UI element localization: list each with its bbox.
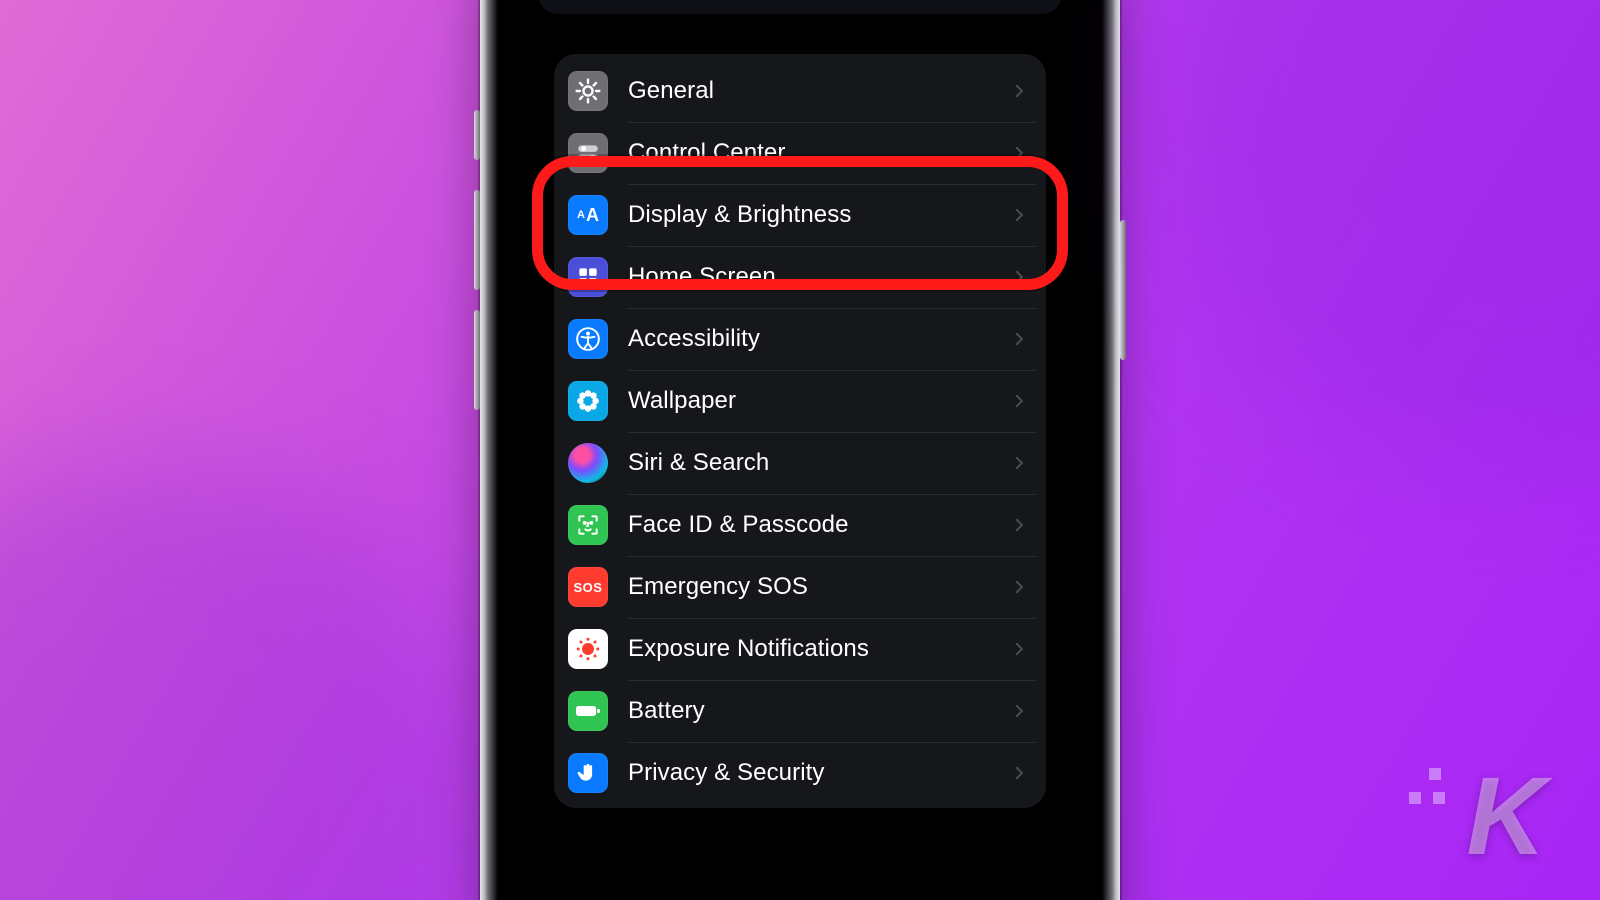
accessibility-icon: [568, 319, 608, 359]
settings-row-emergency-sos[interactable]: SOS Emergency SOS: [554, 556, 1046, 618]
exposure-icon: [568, 629, 608, 669]
settings-row-wallpaper[interactable]: Wallpaper: [554, 370, 1046, 432]
settings-row-privacy-security[interactable]: Privacy & Security: [554, 742, 1046, 804]
settings-row-home-screen[interactable]: Home Screen: [554, 246, 1046, 308]
row-label: Display & Brightness: [628, 201, 1010, 229]
chevron-right-icon: [1010, 702, 1028, 720]
row-label: General: [628, 77, 1010, 105]
row-label: Battery: [628, 697, 1010, 725]
text-size-icon: AA: [568, 195, 608, 235]
row-label: Privacy & Security: [628, 759, 1010, 787]
side-button: [1120, 220, 1126, 360]
watermark-letter: K: [1467, 755, 1548, 878]
sos-icon: SOS: [568, 567, 608, 607]
row-label: Emergency SOS: [628, 573, 1010, 601]
phone-frame: General Control Center: [480, 0, 1120, 900]
settings-row-general[interactable]: General: [554, 60, 1046, 122]
settings-row-display-brightness[interactable]: AA Display & Brightness: [554, 184, 1046, 246]
stage: General Control Center: [0, 0, 1600, 900]
settings-row-exposure-notifications[interactable]: Exposure Notifications: [554, 618, 1046, 680]
volume-up-button: [474, 190, 480, 290]
row-label: Siri & Search: [628, 449, 1010, 477]
gear-icon: [568, 71, 608, 111]
row-label: Face ID & Passcode: [628, 511, 1010, 539]
row-label: Control Center: [628, 139, 1010, 167]
settings-row-siri-search[interactable]: Siri & Search: [554, 432, 1046, 494]
hand-icon: [568, 753, 608, 793]
chevron-right-icon: [1010, 454, 1028, 472]
chevron-right-icon: [1010, 144, 1028, 162]
settings-row-face-id[interactable]: Face ID & Passcode: [554, 494, 1046, 556]
top-banner-card: [538, 0, 1062, 14]
siri-icon: [568, 443, 608, 483]
row-label: Wallpaper: [628, 387, 1010, 415]
chevron-right-icon: [1010, 206, 1028, 224]
battery-icon: [568, 691, 608, 731]
settings-row-control-center[interactable]: Control Center: [554, 122, 1046, 184]
chevron-right-icon: [1010, 268, 1028, 286]
settings-list: General Control Center: [554, 54, 1046, 808]
toggles-icon: [568, 133, 608, 173]
chevron-right-icon: [1010, 392, 1028, 410]
chevron-right-icon: [1010, 330, 1028, 348]
row-label: Home Screen: [628, 263, 1010, 291]
home-grid-icon: [568, 257, 608, 297]
settings-row-battery[interactable]: Battery: [554, 680, 1046, 742]
row-label: Exposure Notifications: [628, 635, 1010, 663]
row-label: Accessibility: [628, 325, 1010, 353]
chevron-right-icon: [1010, 82, 1028, 100]
mute-switch: [474, 110, 480, 160]
chevron-right-icon: [1010, 764, 1028, 782]
chevron-right-icon: [1010, 516, 1028, 534]
volume-down-button: [474, 310, 480, 410]
settings-row-accessibility[interactable]: Accessibility: [554, 308, 1046, 370]
flower-icon: [568, 381, 608, 421]
phone-screen: General Control Center: [498, 0, 1102, 900]
chevron-right-icon: [1010, 578, 1028, 596]
watermark: K: [1467, 762, 1548, 872]
face-id-icon: [568, 505, 608, 545]
watermark-dots: [1409, 768, 1465, 808]
chevron-right-icon: [1010, 640, 1028, 658]
